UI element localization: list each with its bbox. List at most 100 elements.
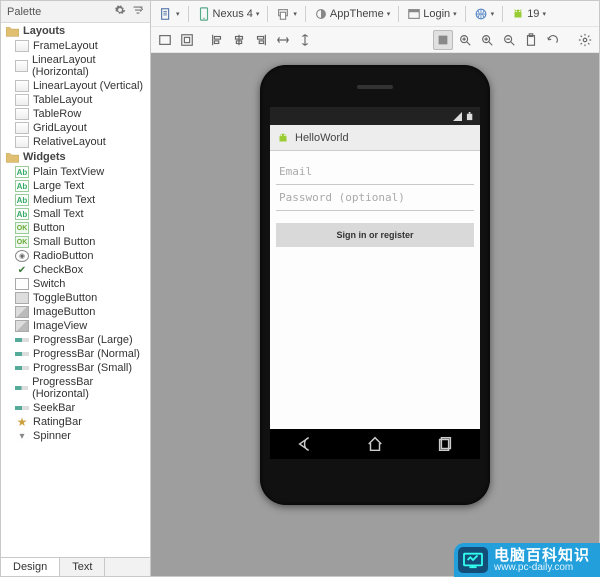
- spinner-icon: ▾: [15, 430, 29, 442]
- layout-item[interactable]: GridLayout: [1, 121, 150, 135]
- item-label: SeekBar: [33, 402, 75, 414]
- align-center-button[interactable]: [229, 30, 249, 50]
- align-right-button[interactable]: [251, 30, 271, 50]
- folder-layouts[interactable]: Layouts: [1, 23, 150, 39]
- clipboard-button[interactable]: [521, 30, 541, 50]
- widget-item[interactable]: OKSmall Button: [1, 235, 150, 249]
- item-label: Switch: [33, 278, 65, 290]
- widget-item[interactable]: AbMedium Text: [1, 193, 150, 207]
- folder-label: Widgets: [23, 151, 66, 163]
- back-icon[interactable]: [296, 435, 314, 453]
- device-label: Nexus 4: [213, 8, 253, 20]
- item-label: ProgressBar (Normal): [33, 348, 140, 360]
- autoconnect-button[interactable]: [177, 30, 197, 50]
- textview-icon: Ab: [15, 180, 29, 192]
- layout-icon: [15, 122, 29, 134]
- item-label: ToggleButton: [33, 292, 97, 304]
- item-label: LinearLayout (Vertical): [33, 80, 143, 92]
- app-body: Email Password (optional) Sign in or reg…: [270, 151, 480, 429]
- design-canvas[interactable]: HelloWorld Email Password (optional) Sig…: [151, 53, 599, 576]
- widget-item[interactable]: ProgressBar (Small): [1, 361, 150, 375]
- widget-item[interactable]: ProgressBar (Normal): [1, 347, 150, 361]
- item-label: Spinner: [33, 430, 71, 442]
- recent-icon[interactable]: [436, 435, 454, 453]
- selection-mode-button[interactable]: [433, 30, 453, 50]
- theme-icon: [314, 7, 328, 21]
- widget-item[interactable]: ★RatingBar: [1, 415, 150, 429]
- widget-item[interactable]: ▾ Spinner: [1, 429, 150, 443]
- folder-widgets[interactable]: Widgets: [1, 149, 150, 165]
- widget-item[interactable]: AbLarge Text: [1, 179, 150, 193]
- refresh-button[interactable]: [543, 30, 563, 50]
- align-left-button[interactable]: [207, 30, 227, 50]
- imagebutton-icon: [15, 306, 29, 318]
- app-bar: HelloWorld: [270, 125, 480, 151]
- layout-item[interactable]: RelativeLayout: [1, 135, 150, 149]
- widget-item[interactable]: ✔ CheckBox: [1, 263, 150, 277]
- status-bar: [270, 107, 480, 125]
- widget-item[interactable]: ImageButton: [1, 305, 150, 319]
- layout-item[interactable]: TableRow: [1, 107, 150, 121]
- checkbox-icon: ✔: [15, 264, 29, 276]
- button-icon: OK: [15, 222, 29, 234]
- sign-in-button[interactable]: Sign in or register: [276, 223, 474, 247]
- widget-item[interactable]: Ab Small Text: [1, 207, 150, 221]
- layout-icon: [15, 136, 29, 148]
- api-selector[interactable]: 19▾: [507, 4, 550, 24]
- gear-icon[interactable]: [114, 4, 126, 19]
- activity-selector[interactable]: Login▾: [403, 4, 460, 24]
- layout-item[interactable]: LinearLayout (Horizontal): [1, 53, 150, 79]
- layout-icon: [15, 94, 29, 106]
- item-label: RelativeLayout: [33, 136, 106, 148]
- home-icon[interactable]: [366, 435, 384, 453]
- widget-item[interactable]: SeekBar: [1, 401, 150, 415]
- widget-item[interactable]: Switch: [1, 277, 150, 291]
- ratingbar-icon: ★: [15, 416, 29, 428]
- settings-button[interactable]: [575, 30, 595, 50]
- item-label: CheckBox: [33, 264, 83, 276]
- palette-title: Palette: [7, 6, 41, 18]
- widget-item[interactable]: ProgressBar (Horizontal): [1, 375, 150, 401]
- widget-item[interactable]: AbPlain TextView: [1, 165, 150, 179]
- locale-selector[interactable]: ▾: [470, 4, 499, 24]
- widget-item[interactable]: ToggleButton: [1, 291, 150, 305]
- orientation-button[interactable]: ▾: [272, 4, 301, 24]
- item-label: ProgressBar (Small): [33, 362, 132, 374]
- zoom-fit-button[interactable]: [455, 30, 475, 50]
- zoom-out-button[interactable]: [499, 30, 519, 50]
- widget-item[interactable]: ImageView: [1, 319, 150, 333]
- textview-icon: Ab: [15, 208, 29, 220]
- item-label: FrameLayout: [33, 40, 98, 52]
- item-label: ProgressBar (Large): [33, 334, 133, 346]
- viewport-button[interactable]: [155, 30, 175, 50]
- watermark-url: www.pc-daily.com: [494, 563, 590, 573]
- device-selector[interactable]: Nexus 4▾: [193, 4, 264, 24]
- layout-item[interactable]: TableLayout: [1, 93, 150, 107]
- widget-item[interactable]: ◉RadioButton: [1, 249, 150, 263]
- layout-item[interactable]: LinearLayout (Vertical): [1, 79, 150, 93]
- expand-horiz-button[interactable]: [273, 30, 293, 50]
- device-frame: HelloWorld Email Password (optional) Sig…: [260, 65, 490, 505]
- tab-text[interactable]: Text: [60, 558, 105, 576]
- activity-label: Login: [423, 8, 450, 20]
- globe-icon: [474, 7, 488, 21]
- layout-item[interactable]: FrameLayout: [1, 39, 150, 53]
- email-field[interactable]: Email: [276, 159, 474, 185]
- android-icon: [511, 7, 525, 21]
- item-label: Small Text: [33, 208, 84, 220]
- item-label: ProgressBar (Horizontal): [32, 376, 145, 400]
- widget-item[interactable]: OKButton: [1, 221, 150, 235]
- password-field[interactable]: Password (optional): [276, 185, 474, 211]
- progressbar-icon: [15, 352, 29, 356]
- button-label: Sign in or register: [336, 230, 413, 240]
- collapse-icon[interactable]: [132, 4, 144, 19]
- widget-item[interactable]: ProgressBar (Large): [1, 333, 150, 347]
- layout-icon: [15, 40, 29, 52]
- tab-design[interactable]: Design: [1, 558, 60, 576]
- theme-selector[interactable]: AppTheme▾: [310, 4, 394, 24]
- item-label: LinearLayout (Horizontal): [32, 54, 145, 78]
- render-options-button[interactable]: ▾: [155, 4, 184, 24]
- zoom-in-button[interactable]: [477, 30, 497, 50]
- expand-vert-button[interactable]: [295, 30, 315, 50]
- app-title: HelloWorld: [295, 132, 349, 144]
